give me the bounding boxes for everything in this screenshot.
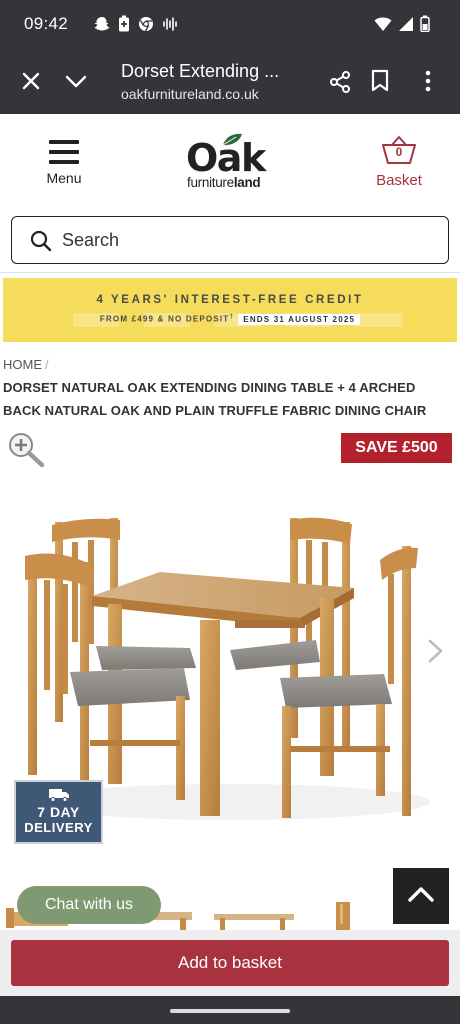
search-input[interactable] — [62, 227, 432, 253]
snapchat-icon — [94, 16, 110, 30]
signal-icon — [399, 16, 413, 31]
save-badge: SAVE £500 — [341, 433, 452, 463]
bookmark-icon[interactable] — [369, 69, 391, 93]
status-time: 09:42 — [24, 14, 69, 33]
logo-subtitle: furnitureland — [187, 175, 261, 190]
delivery-line-1: 7 DAY — [37, 804, 80, 820]
promo-subline: FROM £499 & NO DEPOSIT† ENDS 31 AUGUST 20… — [3, 313, 457, 325]
add-to-basket-button[interactable]: Add to basket — [11, 940, 449, 986]
chevron-down-icon[interactable] — [64, 70, 88, 92]
close-icon[interactable] — [20, 70, 42, 92]
share-icon[interactable] — [328, 70, 352, 94]
site-logo[interactable]: Oak furnitureland — [184, 132, 280, 194]
gesture-handle[interactable] — [170, 1009, 290, 1013]
voice-recorder-icon — [163, 16, 177, 31]
basket-count: 0 — [395, 145, 403, 159]
add-to-basket-bar: Add to basket — [0, 930, 460, 996]
seat-back-left — [96, 646, 196, 670]
seat-back-right — [230, 640, 320, 670]
basket-icon: 0 — [381, 134, 417, 166]
product-title: DORSET NATURAL OAK EXTENDING DINING TABL… — [3, 380, 427, 418]
basket-button[interactable]: 0 Basket — [366, 134, 432, 196]
promo-headline: 4 YEARS' INTEREST-FREE CREDIT — [96, 294, 364, 306]
delivery-badge: 7 DAY DELIVERY — [14, 780, 103, 844]
menu-button[interactable]: Menu — [36, 140, 92, 200]
search-bar[interactable] — [11, 216, 449, 264]
next-image-arrow-icon[interactable] — [426, 638, 446, 664]
status-icons-left — [94, 15, 178, 32]
basket-label: Basket — [376, 172, 422, 189]
chat-with-us-button[interactable]: Chat with us — [17, 886, 161, 924]
search-icon — [30, 230, 52, 252]
menu-label: Menu — [46, 170, 82, 186]
scroll-to-top-button[interactable] — [393, 868, 449, 924]
battery-saver-icon — [119, 15, 129, 32]
promo-watermark: ▬ ▬ ▬ ▬ ▬ — [73, 285, 409, 337]
zoom-in-icon[interactable] — [6, 430, 46, 468]
promo-banner[interactable]: ▬ ▬ ▬ ▬ ▬ 4 YEARS' INTEREST-FREE CREDIT … — [3, 278, 457, 342]
battery-icon — [420, 15, 430, 32]
more-vert-icon[interactable] — [418, 69, 438, 93]
hamburger-icon — [36, 140, 92, 164]
delivery-line-2: DELIVERY — [24, 820, 93, 835]
breadcrumb-separator: / — [45, 357, 49, 372]
thumbnail-4[interactable] — [336, 902, 350, 932]
logo-wordmark: Oak — [186, 136, 266, 180]
site-header: Menu Oak furnitureland 0 Basket — [0, 114, 460, 210]
browser-toolbar: Dorset Extending ... oakfurnitureland.co… — [0, 48, 460, 114]
wifi-icon — [374, 17, 392, 31]
status-icons-right — [374, 15, 430, 32]
browser-page-title: Dorset Extending ... — [121, 61, 280, 81]
chevron-up-icon — [408, 887, 434, 902]
header-divider — [0, 272, 460, 273]
status-bar: 09:42 — [0, 0, 460, 48]
breadcrumb: HOME / — [3, 357, 49, 372]
delivery-truck-icon — [48, 789, 69, 802]
breadcrumb-home[interactable]: HOME — [3, 357, 42, 372]
promo-end-date: ENDS 31 AUGUST 2025 — [238, 313, 361, 325]
system-nav-bar — [0, 996, 460, 1024]
browser-url[interactable]: oakfurnitureland.co.uk — [121, 86, 259, 102]
chrome-icon — [139, 16, 153, 31]
